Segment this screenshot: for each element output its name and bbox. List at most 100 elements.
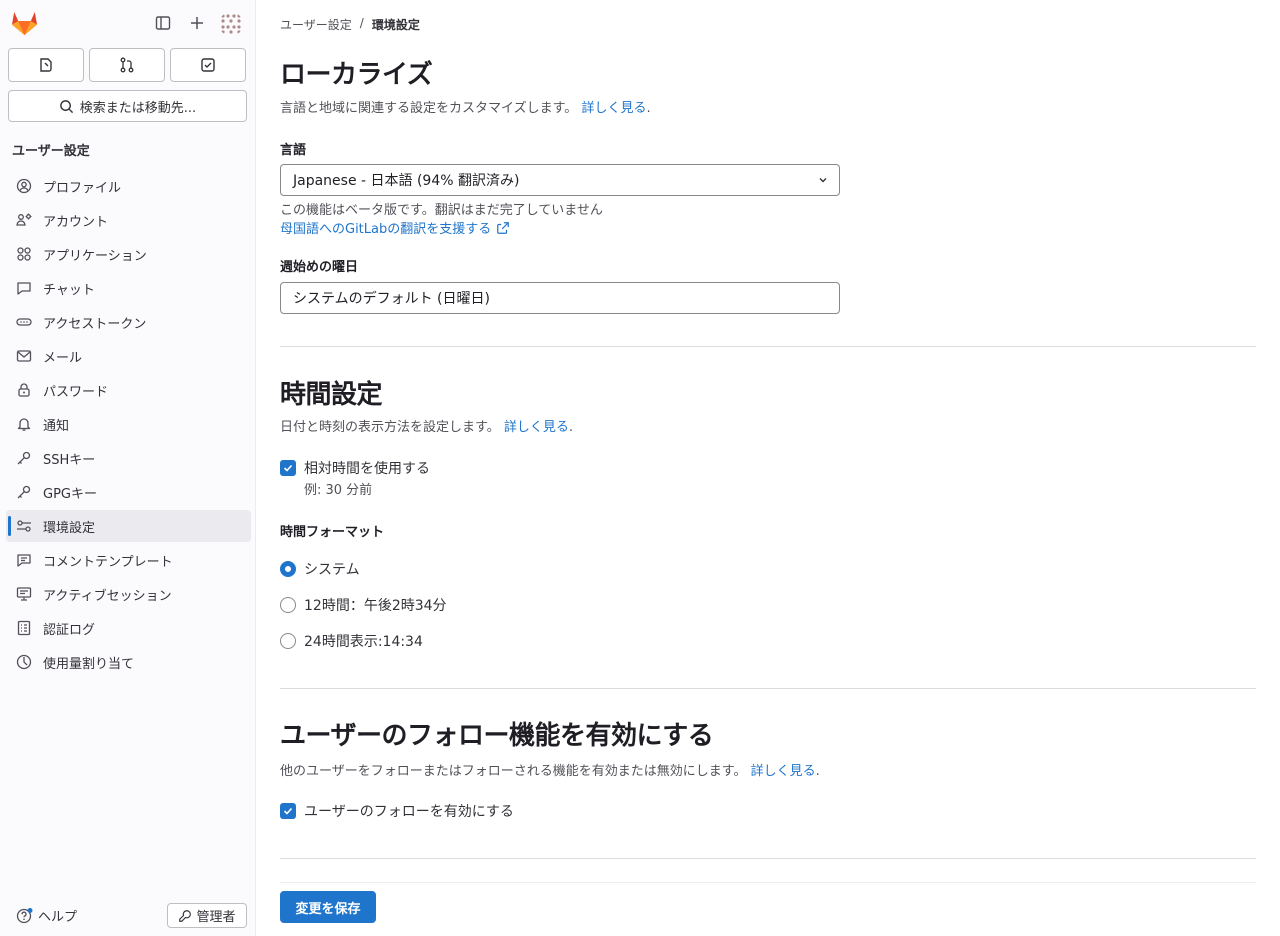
sidebar-item-label: アカウント bbox=[43, 214, 109, 230]
sidebar-item-account[interactable]: アカウント bbox=[6, 204, 251, 236]
sidebar-item-active-sessions[interactable]: アクティブセッション bbox=[6, 578, 251, 610]
language-select[interactable]: Japanese - 日本語 (94% 翻訳済み) bbox=[280, 164, 840, 196]
check-icon bbox=[283, 807, 293, 815]
check-icon bbox=[283, 464, 293, 472]
help-button[interactable]: ヘルプ bbox=[16, 906, 77, 925]
todo-button[interactable] bbox=[170, 48, 246, 82]
time-format-option-label: 12時間：午後2時34分 bbox=[304, 598, 447, 614]
bell-icon bbox=[16, 416, 32, 432]
sidebar-item-label: SSHキー bbox=[43, 452, 96, 468]
sidebar-item-comment-templates[interactable]: コメントテンプレート bbox=[6, 544, 251, 576]
search-button[interactable]: 検索または移動先... bbox=[8, 90, 247, 122]
sidebar-item-profile[interactable]: プロファイル bbox=[6, 170, 251, 202]
period: . bbox=[568, 420, 573, 435]
issues-button[interactable] bbox=[8, 48, 84, 82]
sidebar-item-label: プロファイル bbox=[43, 180, 122, 196]
sidebar-item-label: 使用量割り当て bbox=[43, 656, 135, 672]
follow-learn-more-link[interactable]: 詳しく見る bbox=[751, 764, 816, 779]
sidebar: 検索または移動先... ユーザー設定 プロファイル アカウント アプリケーション… bbox=[0, 0, 256, 936]
help-icon bbox=[16, 907, 33, 923]
sidebar-item-gpg-keys[interactable]: GPGキー bbox=[6, 476, 251, 508]
breadcrumb: ユーザー設定 / 環境設定 bbox=[280, 16, 420, 33]
divider bbox=[280, 346, 1256, 347]
sidebar-item-chat[interactable]: チャット bbox=[6, 272, 251, 304]
profile-icon bbox=[16, 178, 32, 194]
breadcrumb-current[interactable]: 環境設定 bbox=[372, 16, 420, 33]
merge-request-icon bbox=[120, 57, 134, 73]
chevron-down-icon bbox=[819, 178, 827, 183]
sidebar-nav: プロファイル アカウント アプリケーション チャット アクセストークン メール … bbox=[6, 170, 251, 680]
breadcrumb-separator: / bbox=[359, 16, 364, 30]
sidebar-item-ssh-keys[interactable]: SSHキー bbox=[6, 442, 251, 474]
sidebar-item-label: パスワード bbox=[43, 384, 109, 400]
time-learn-more-link[interactable]: 詳しく見る bbox=[504, 420, 569, 435]
period: . bbox=[646, 101, 651, 116]
plus-icon[interactable] bbox=[188, 14, 206, 32]
follow-option[interactable]: ユーザーのフォローを有効にする bbox=[280, 801, 514, 821]
time-description: 日付と時刻の表示方法を設定します。 詳しく見る. bbox=[280, 416, 573, 435]
avatar[interactable] bbox=[219, 12, 243, 36]
sidebar-item-preferences[interactable]: 環境設定 bbox=[6, 510, 251, 542]
sidebar-item-label: アクセストークン bbox=[43, 316, 147, 332]
mail-icon bbox=[16, 348, 32, 364]
preferences-icon bbox=[16, 518, 32, 534]
account-icon bbox=[16, 212, 32, 228]
search-label: 検索または移動先... bbox=[79, 100, 197, 116]
help-label: ヘルプ bbox=[38, 910, 78, 925]
sidebar-item-notifications[interactable]: 通知 bbox=[6, 408, 251, 440]
time-format-option-system[interactable]: システム bbox=[280, 559, 360, 579]
admin-icon bbox=[179, 909, 192, 922]
sidebar-item-password[interactable]: パスワード bbox=[6, 374, 251, 406]
sidebar-item-label: メール bbox=[43, 350, 83, 366]
search-icon bbox=[59, 99, 73, 113]
time-format-option-24h[interactable]: 24時間表示:14:34 bbox=[280, 631, 423, 651]
follow-checkbox-label: ユーザーのフォローを有効にする bbox=[304, 804, 514, 820]
external-link-icon bbox=[497, 221, 510, 234]
sidebar-item-label: アクティブセッション bbox=[43, 588, 172, 604]
token-icon bbox=[16, 314, 32, 330]
radio-button[interactable] bbox=[280, 561, 296, 577]
week-start-select[interactable]: システムのデフォルト (日曜日) bbox=[280, 282, 840, 314]
beta-note: この機能はベータ版です。翻訳はまだ完了していません bbox=[280, 203, 603, 218]
sidebar-item-usage-quotas[interactable]: 使用量割り当て bbox=[6, 646, 251, 678]
help-translate-label: 母国語へのGitLabの翻訳を支援する bbox=[280, 222, 492, 237]
todo-icon bbox=[201, 58, 215, 72]
breadcrumb-parent[interactable]: ユーザー設定 bbox=[280, 16, 352, 33]
sidebar-item-label: 環境設定 bbox=[43, 520, 96, 536]
help-translate-link[interactable]: 母国語へのGitLabの翻訳を支援する bbox=[280, 218, 510, 237]
sidebar-item-access-tokens[interactable]: アクセストークン bbox=[6, 306, 251, 338]
sidebar-item-label: GPGキー bbox=[43, 486, 97, 502]
key-icon bbox=[16, 484, 32, 500]
key-icon bbox=[16, 450, 32, 466]
localization-description-text: 言語と地域に関連する設定をカスタマイズします。 bbox=[280, 101, 578, 116]
save-button[interactable]: 変更を保存 bbox=[280, 891, 376, 923]
radio-button[interactable] bbox=[280, 633, 296, 649]
merge-requests-button[interactable] bbox=[89, 48, 165, 82]
time-format-option-label: システム bbox=[304, 562, 360, 578]
follow-checkbox[interactable] bbox=[280, 803, 296, 819]
quota-icon bbox=[16, 654, 32, 670]
week-start-value: システムのデフォルト (日曜日) bbox=[293, 291, 490, 307]
localization-title: ローカライズ bbox=[280, 60, 433, 90]
language-label: 言語 bbox=[280, 143, 307, 158]
localization-learn-more-link[interactable]: 詳しく見る bbox=[581, 101, 646, 116]
language-value: Japanese - 日本語 (94% 翻訳済み) bbox=[293, 173, 520, 189]
sidebar-toggle-icon[interactable] bbox=[154, 14, 172, 32]
issues-icon bbox=[40, 58, 52, 72]
radio-button[interactable] bbox=[280, 597, 296, 613]
admin-button[interactable]: 管理者 bbox=[167, 903, 247, 928]
sidebar-item-emails[interactable]: メール bbox=[6, 340, 251, 372]
follow-description: 他のユーザーをフォローまたはフォローされる機能を有効または無効にします。 詳しく… bbox=[280, 760, 820, 779]
relative-time-option[interactable]: 相対時間を使用する bbox=[280, 458, 430, 478]
applications-icon bbox=[16, 246, 32, 262]
relative-time-checkbox[interactable] bbox=[280, 460, 296, 476]
gitlab-logo-icon[interactable] bbox=[11, 10, 38, 36]
sidebar-section-title: ユーザー設定 bbox=[12, 144, 90, 159]
localization-description: 言語と地域に関連する設定をカスタマイズします。 詳しく見る. bbox=[280, 97, 651, 116]
sidebar-item-applications[interactable]: アプリケーション bbox=[6, 238, 251, 270]
lock-icon bbox=[16, 382, 32, 398]
monitor-icon bbox=[16, 586, 32, 602]
time-format-option-12h[interactable]: 12時間：午後2時34分 bbox=[280, 595, 447, 615]
sidebar-item-auth-log[interactable]: 認証ログ bbox=[6, 612, 251, 644]
follow-description-text: 他のユーザーをフォローまたはフォローされる機能を有効または無効にします。 bbox=[280, 764, 747, 779]
